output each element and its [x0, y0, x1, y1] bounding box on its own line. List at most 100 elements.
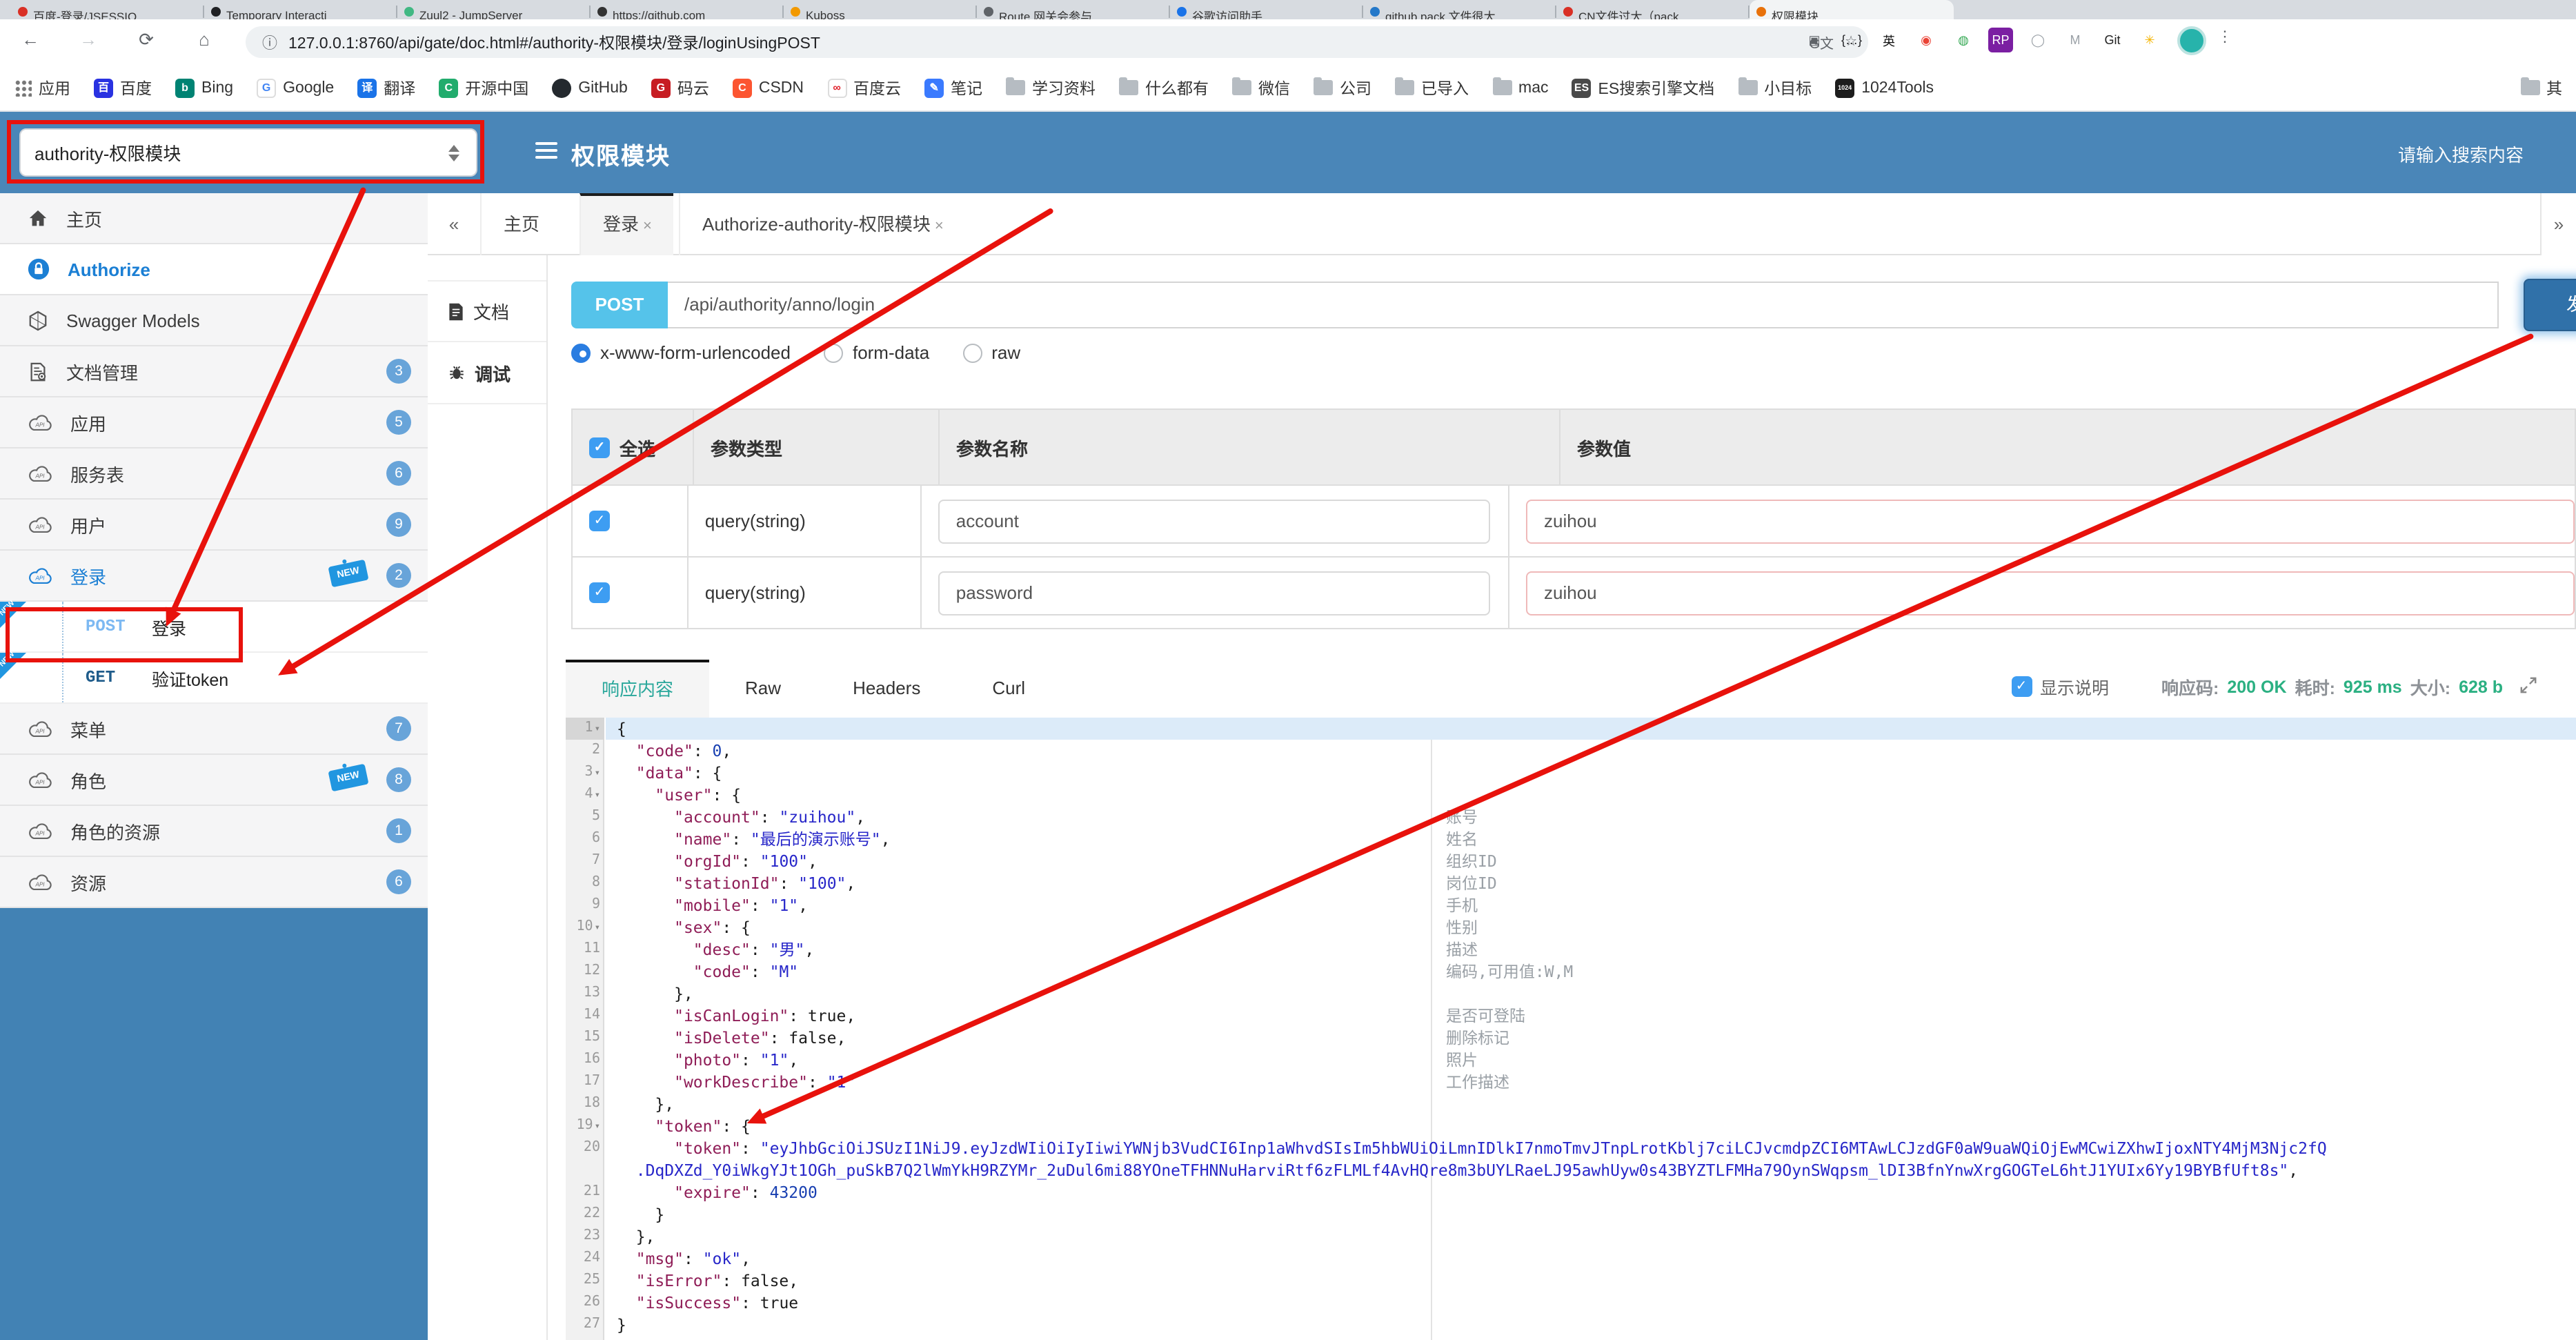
param-name-input[interactable]: password	[938, 571, 1490, 615]
switcher-debug[interactable]: 调试	[428, 342, 546, 404]
sidebar-operation-post[interactable]: NEW POST 登录	[0, 600, 428, 653]
fold-caret-icon[interactable]: ▾	[595, 922, 600, 933]
bookmark-item[interactable]: 其	[2520, 77, 2562, 99]
browser-tab[interactable]: Temporary Interacti	[204, 0, 397, 19]
content-type-radio[interactable]: form-data	[823, 342, 929, 363]
back-icon[interactable]: ←	[17, 29, 44, 50]
sidebar-item[interactable]: API 登录 NEW 2	[0, 551, 428, 602]
param-value-input[interactable]: zuihou	[1526, 571, 2575, 615]
expand-tabs-button[interactable]: »	[2540, 193, 2576, 255]
bookmark-item[interactable]: 什么都有	[1119, 77, 1209, 99]
content-type-radio[interactable]: raw	[962, 342, 1020, 363]
bookmark-item[interactable]: GitHub	[552, 78, 628, 97]
close-tab-icon[interactable]: ×	[935, 218, 944, 235]
reload-icon[interactable]: ⟳	[132, 29, 160, 51]
fullscreen-icon[interactable]	[2519, 676, 2537, 698]
bookmark-item[interactable]: G 码云	[651, 77, 709, 99]
fold-caret-icon[interactable]: ▾	[595, 767, 600, 778]
extension-icon[interactable]: ◯	[2025, 28, 2050, 52]
sidebar-item[interactable]: API 资源 6	[0, 857, 428, 908]
sidebar-operation-get[interactable]: NEW GET 验证token	[0, 651, 428, 704]
bookmark-item[interactable]: ✎ 笔记	[924, 77, 982, 99]
forward-icon[interactable]: →	[75, 29, 102, 50]
response-tab[interactable]: Curl	[956, 660, 1061, 718]
browser-menu-icon[interactable]: ⋮	[2217, 28, 2234, 46]
sidebar-item[interactable]: Authorize	[0, 244, 428, 295]
profile-avatar[interactable]	[2177, 26, 2206, 55]
extension-icon[interactable]: ◉	[1914, 28, 1939, 52]
fold-caret-icon[interactable]: ▾	[595, 723, 600, 734]
switcher-doc[interactable]: 文档	[428, 280, 546, 342]
fold-caret-icon[interactable]: ▾	[595, 1121, 600, 1132]
extension-icon[interactable]: RP	[1988, 28, 2013, 52]
bookmark-item[interactable]: 已导入	[1395, 77, 1469, 99]
browser-tab[interactable]: CN文件过大（pack	[1556, 0, 1750, 19]
select-all-checkbox[interactable]: ✓	[589, 437, 610, 457]
extension-icon[interactable]: 英	[1876, 28, 1901, 52]
bookmark-item[interactable]: 学习资料	[1006, 77, 1096, 99]
bookmark-item[interactable]: 译翻译	[357, 77, 415, 99]
close-tab-icon[interactable]: ×	[643, 218, 652, 235]
collapse-tabs-button[interactable]: «	[428, 193, 480, 255]
sidebar-item[interactable]: API 服务表 6	[0, 449, 428, 500]
bookmark-item[interactable]: b Bing	[175, 78, 233, 97]
browser-tab[interactable]: 谷歌访问助手	[1170, 0, 1363, 19]
param-checkbox[interactable]: ✓	[589, 582, 610, 603]
extension-icon[interactable]: ✳	[2137, 28, 2162, 52]
sidebar-item[interactable]: API 角色的资源 1	[0, 806, 428, 857]
extension-icon[interactable]: Git	[2100, 28, 2125, 52]
show-description-checkbox[interactable]: ✓	[2011, 676, 2032, 697]
browser-tab[interactable]: 百度-登录/JSESSIO	[11, 0, 204, 19]
extension-icon[interactable]: ▣	[1802, 28, 1827, 52]
radio-icon[interactable]	[962, 343, 982, 362]
bookmark-item[interactable]: ES ES搜索引擎文档	[1572, 77, 1714, 99]
bookmark-item[interactable]: 1024 1024Tools	[1835, 78, 1934, 97]
param-name-input[interactable]: account	[938, 499, 1490, 543]
bookmark-item[interactable]: C CSDN	[732, 78, 804, 97]
bookmark-item[interactable]: ∞ 百度云	[827, 77, 901, 99]
bookmark-item[interactable]: 应用	[14, 77, 70, 99]
browser-tab[interactable]: https://github.com	[591, 0, 784, 19]
content-type-radio[interactable]: x-www-form-urlencoded	[571, 342, 791, 363]
bookmark-item[interactable]: mac	[1492, 77, 1549, 96]
sidebar-item[interactable]: API 应用 5	[0, 397, 428, 449]
document-tab[interactable]: Authorize-authority-权限模块 ×	[679, 193, 966, 255]
fold-caret-icon[interactable]: ▾	[595, 789, 600, 800]
browser-tab[interactable]: Zuul2 - JumpServer	[397, 0, 591, 19]
param-value-input[interactable]: zuihou	[1526, 499, 2575, 543]
bookmark-item[interactable]: 公司	[1314, 77, 1371, 99]
response-body-editor[interactable]: 1 ▾{2 "code": 0, 3 ▾ "data": {4 ▾ "user": {5…	[566, 718, 2576, 1340]
response-tab[interactable]: Headers	[817, 660, 956, 718]
bookmark-item[interactable]: 微信	[1232, 77, 1290, 99]
browser-tab[interactable]: Route 网关会参与	[977, 0, 1170, 19]
url-text[interactable]: 127.0.0.1:8760/api/gate/doc.html#/author…	[288, 31, 1799, 53]
document-tab[interactable]: 主页	[480, 193, 562, 255]
header-search-input[interactable]: 请输入搜索内容	[2398, 141, 2524, 167]
radio-icon[interactable]	[571, 343, 591, 362]
response-tab[interactable]: 响应内容	[566, 660, 710, 718]
extension-icon[interactable]: M	[2063, 28, 2088, 52]
bookmark-item[interactable]: C 开源中国	[439, 77, 528, 99]
extension-icon[interactable]: ◍	[1951, 28, 1976, 52]
sidebar-item[interactable]: Swagger Models	[0, 295, 428, 346]
browser-tab[interactable]: Kuboss	[784, 0, 977, 19]
sidebar-item[interactable]: API 角色 NEW 8	[0, 755, 428, 806]
address-bar[interactable]: ⓘ 127.0.0.1:8760/api/gate/doc.html#/auth…	[246, 26, 1868, 58]
module-select[interactable]: authority-权限模块	[19, 128, 477, 177]
home-icon[interactable]: ⌂	[190, 29, 218, 50]
send-button[interactable]: 发送	[2524, 279, 2576, 331]
extension-icon[interactable]: {…}	[1839, 28, 1864, 52]
param-checkbox[interactable]: ✓	[589, 511, 610, 531]
bookmark-item[interactable]: 百百度	[94, 77, 152, 99]
browser-tab[interactable]: 权限模块	[1750, 0, 1954, 19]
sidebar-item[interactable]: API 菜单 7	[0, 704, 428, 755]
bookmark-item[interactable]: 小目标	[1738, 77, 1812, 99]
sidebar-item[interactable]: 文档管理 3	[0, 346, 428, 397]
request-url-input[interactable]: /api/authority/anno/login	[668, 282, 2499, 328]
hamburger-icon[interactable]	[535, 142, 557, 161]
bookmark-item[interactable]: G Google	[257, 78, 334, 97]
browser-tab[interactable]: github pack 文件很大	[1363, 0, 1556, 19]
radio-icon[interactable]	[823, 343, 843, 362]
response-tab[interactable]: Raw	[709, 660, 817, 718]
page-info-icon[interactable]: ⓘ	[262, 31, 277, 53]
